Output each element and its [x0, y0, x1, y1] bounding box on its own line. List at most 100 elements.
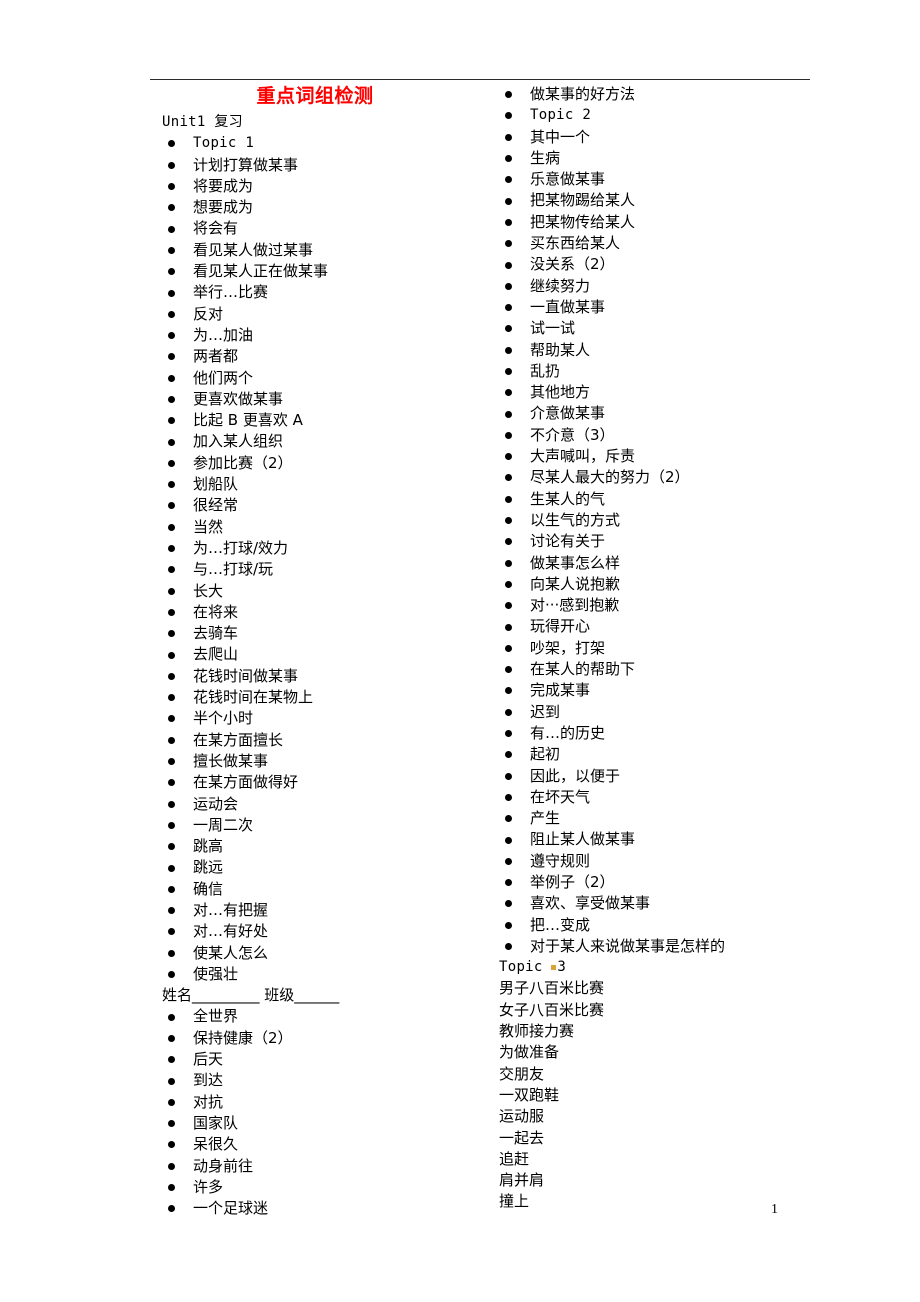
row-label: 不介意（3） — [530, 425, 615, 444]
right-bullet-row: 乱扔 — [499, 361, 849, 382]
left-bullet-row: 划船队 — [162, 474, 492, 495]
row-label: 看见某人做过某事 — [193, 240, 314, 259]
right-bullet-row: 生某人的气 — [499, 489, 849, 510]
bullet-icon — [505, 346, 512, 354]
bullet-icon — [168, 374, 175, 382]
left-bullet-row: 与…打球/玩 — [162, 559, 492, 580]
row-label: 大声喊叫，斥责 — [530, 447, 636, 466]
right-bullet-row: 其他地方 — [499, 382, 849, 403]
row-label: 在某人的帮助下 — [530, 660, 636, 679]
left-plain-row: Unit1 复习 — [162, 112, 492, 133]
row-label: 动身前往 — [193, 1156, 254, 1175]
bullet-icon — [168, 246, 175, 254]
bullet-icon — [505, 197, 512, 205]
row-label: 喜欢、享受做某事 — [530, 894, 651, 913]
row-label: 追赶 — [499, 1149, 530, 1168]
left-bullet-row: 更喜欢做某事 — [162, 389, 492, 410]
left-bullet-row: 将会有 — [162, 218, 492, 239]
left-bullet-row: 长大 — [162, 581, 492, 602]
left-bullet-row: 后天 — [162, 1049, 492, 1070]
left-bullet-row: 为…加油 — [162, 325, 492, 346]
bullet-icon — [505, 133, 512, 141]
right-bullet-row: 试一试 — [499, 318, 849, 339]
bullet-icon — [168, 800, 175, 808]
row-label: 交朋友 — [499, 1064, 545, 1083]
left-bullet-row: 为…打球/效力 — [162, 538, 492, 559]
row-label: 运动服 — [499, 1107, 545, 1126]
page-title: 重点词组检测 — [256, 85, 374, 107]
right-plain-row: 撞上 — [499, 1191, 849, 1212]
row-label: 去爬山 — [193, 645, 239, 664]
right-bullet-row: 乐意做某事 — [499, 169, 849, 190]
right-bullet-row: 阻止某人做某事 — [499, 829, 849, 850]
right-plain-row: 一起去 — [499, 1128, 849, 1149]
row-label: 向某人说抱歉 — [530, 574, 621, 593]
row-label: 划船队 — [193, 475, 239, 494]
row-label: 在某方面做得好 — [193, 773, 299, 792]
right-plain-row: 肩并肩 — [499, 1170, 849, 1191]
left-bullet-row: 在将来 — [162, 602, 492, 623]
row-label: 看见某人正在做某事 — [193, 262, 329, 281]
row-label: 参加比赛（2） — [193, 453, 293, 472]
right-bullet-row: 生病 — [499, 148, 849, 169]
left-bullet-row: 到达 — [162, 1070, 492, 1091]
row-label: 一个足球迷 — [193, 1199, 269, 1218]
page-number: 1 — [771, 1202, 778, 1217]
bullet-icon — [168, 459, 175, 467]
row-label: 擅长做某事 — [193, 751, 269, 770]
row-label: Unit1 复习 — [162, 114, 243, 130]
right-plain-row: 一双跑鞋 — [499, 1085, 849, 1106]
left-bullet-row: Topic 1 — [162, 133, 492, 154]
row-label: 为…打球/效力 — [193, 538, 289, 557]
left-bullet-row: 跳高 — [162, 836, 492, 857]
row-label: 对···感到抱歉 — [530, 596, 620, 615]
left-bullet-row: 许多 — [162, 1177, 492, 1198]
left-bullet-row: 对…有把握 — [162, 900, 492, 921]
right-bullet-row: 不介意（3） — [499, 425, 849, 446]
left-bullet-row: 跳远 — [162, 857, 492, 878]
row-label: 后天 — [193, 1050, 224, 1069]
row-label: 试一试 — [530, 319, 576, 338]
left-bullet-row: 去爬山 — [162, 644, 492, 665]
row-label: 在坏天气 — [530, 787, 591, 806]
right-bullet-row: 迟到 — [499, 702, 849, 723]
row-label: 许多 — [193, 1177, 224, 1196]
right-bullet-row: 把某物传给某人 — [499, 212, 849, 233]
left-bullet-row: 计划打算做某事 — [162, 155, 492, 176]
bullet-icon — [505, 793, 512, 801]
row-label: 在某方面擅长 — [193, 730, 284, 749]
bullet-icon — [168, 396, 175, 403]
row-label: 更喜欢做某事 — [193, 389, 284, 408]
row-label: 把某物踢给某人 — [530, 191, 636, 210]
row-label: 迟到 — [530, 702, 561, 721]
row-label: 为做准备 — [499, 1043, 560, 1062]
row-label: 撞上 — [499, 1192, 530, 1211]
row-label: 花钱时间做某事 — [193, 666, 299, 685]
right-bullet-row: 以生气的方式 — [499, 510, 849, 531]
row-label: Topic 1 — [193, 135, 255, 152]
left-bullet-row: 一周二次 — [162, 815, 492, 836]
row-label: 做某事的好方法 — [530, 85, 636, 103]
left-bullet-row: 运动会 — [162, 794, 492, 815]
left-bullet-row: 半个小时 — [162, 708, 492, 729]
row-label: 反对 — [193, 304, 224, 323]
row-label: 国家队 — [193, 1113, 239, 1132]
bullet-icon — [168, 161, 175, 169]
row-label: 在将来 — [193, 602, 239, 621]
right-bullet-row: 对于某人来说做某事是怎样的 — [499, 936, 849, 957]
bullet-icon — [168, 523, 175, 531]
row-label: 男子八百米比赛 — [499, 979, 605, 998]
right-bullet-row: 有…的历史 — [499, 723, 849, 744]
right-bullet-row: 继续努力 — [499, 276, 849, 297]
right-plain-row: 女子八百米比赛 — [499, 1000, 849, 1021]
left-bullet-row: 保持健康（2） — [162, 1028, 492, 1049]
document-page: 重点词组检测 Unit1 复习 Topic 1 计划打算做某事 将要成为 想要成为 将会有… — [0, 0, 920, 1302]
right-bullet-row: 吵架，打架 — [499, 638, 849, 659]
bullet-icon — [168, 1013, 175, 1021]
bullet-icon — [505, 431, 512, 439]
bullet-icon — [168, 672, 175, 680]
right-bullet-row: 玩得开心 — [499, 616, 849, 637]
row-label: 姓名_________ 班级______ — [162, 986, 340, 1005]
right-bullet-row: 产生 — [499, 808, 849, 829]
row-label: 没关系（2） — [530, 255, 615, 274]
